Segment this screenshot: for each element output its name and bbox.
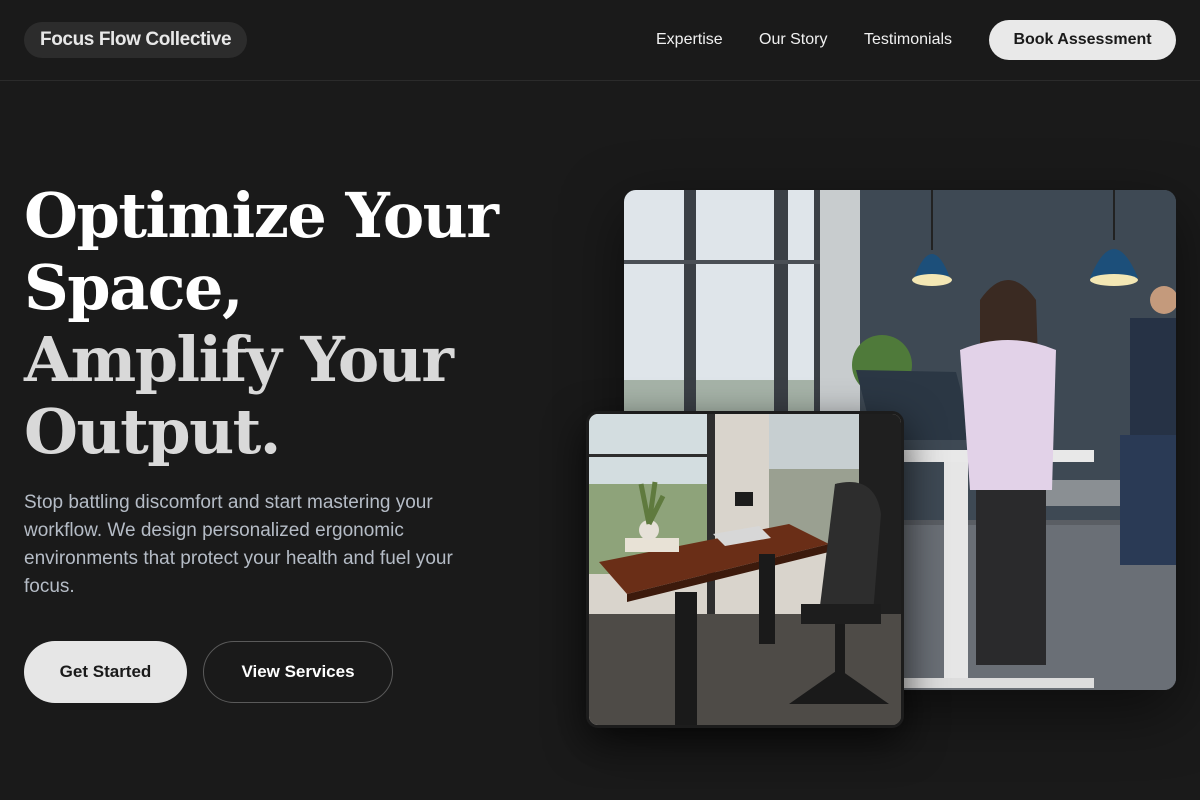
nav-link-expertise[interactable]: Expertise <box>656 30 723 50</box>
brand-logo[interactable]: Focus Flow Collective <box>24 22 248 58</box>
hero-title-line: Output. <box>24 395 281 468</box>
nav-link-testimonials[interactable]: Testimonials <box>864 30 952 50</box>
view-services-button[interactable]: View Services <box>203 641 393 703</box>
hero-title-line: Amplify Your <box>24 323 454 396</box>
wooden-desk-chair-image <box>589 414 901 725</box>
hero-description: Stop battling discomfort and start maste… <box>24 492 453 597</box>
book-assessment-button[interactable]: Book Assessment <box>989 20 1176 60</box>
hero-title: Optimize Your Space, Amplify Your Output… <box>24 180 564 468</box>
hero-photo-secondary <box>586 411 904 728</box>
nav-link-our-story[interactable]: Our Story <box>759 30 827 50</box>
site-header: Focus Flow Collective Expertise Our Stor… <box>0 0 1200 81</box>
get-started-button[interactable]: Get Started <box>24 641 187 703</box>
hero-title-line: Space, <box>24 251 244 324</box>
hero-title-line: Optimize Your <box>24 179 499 252</box>
